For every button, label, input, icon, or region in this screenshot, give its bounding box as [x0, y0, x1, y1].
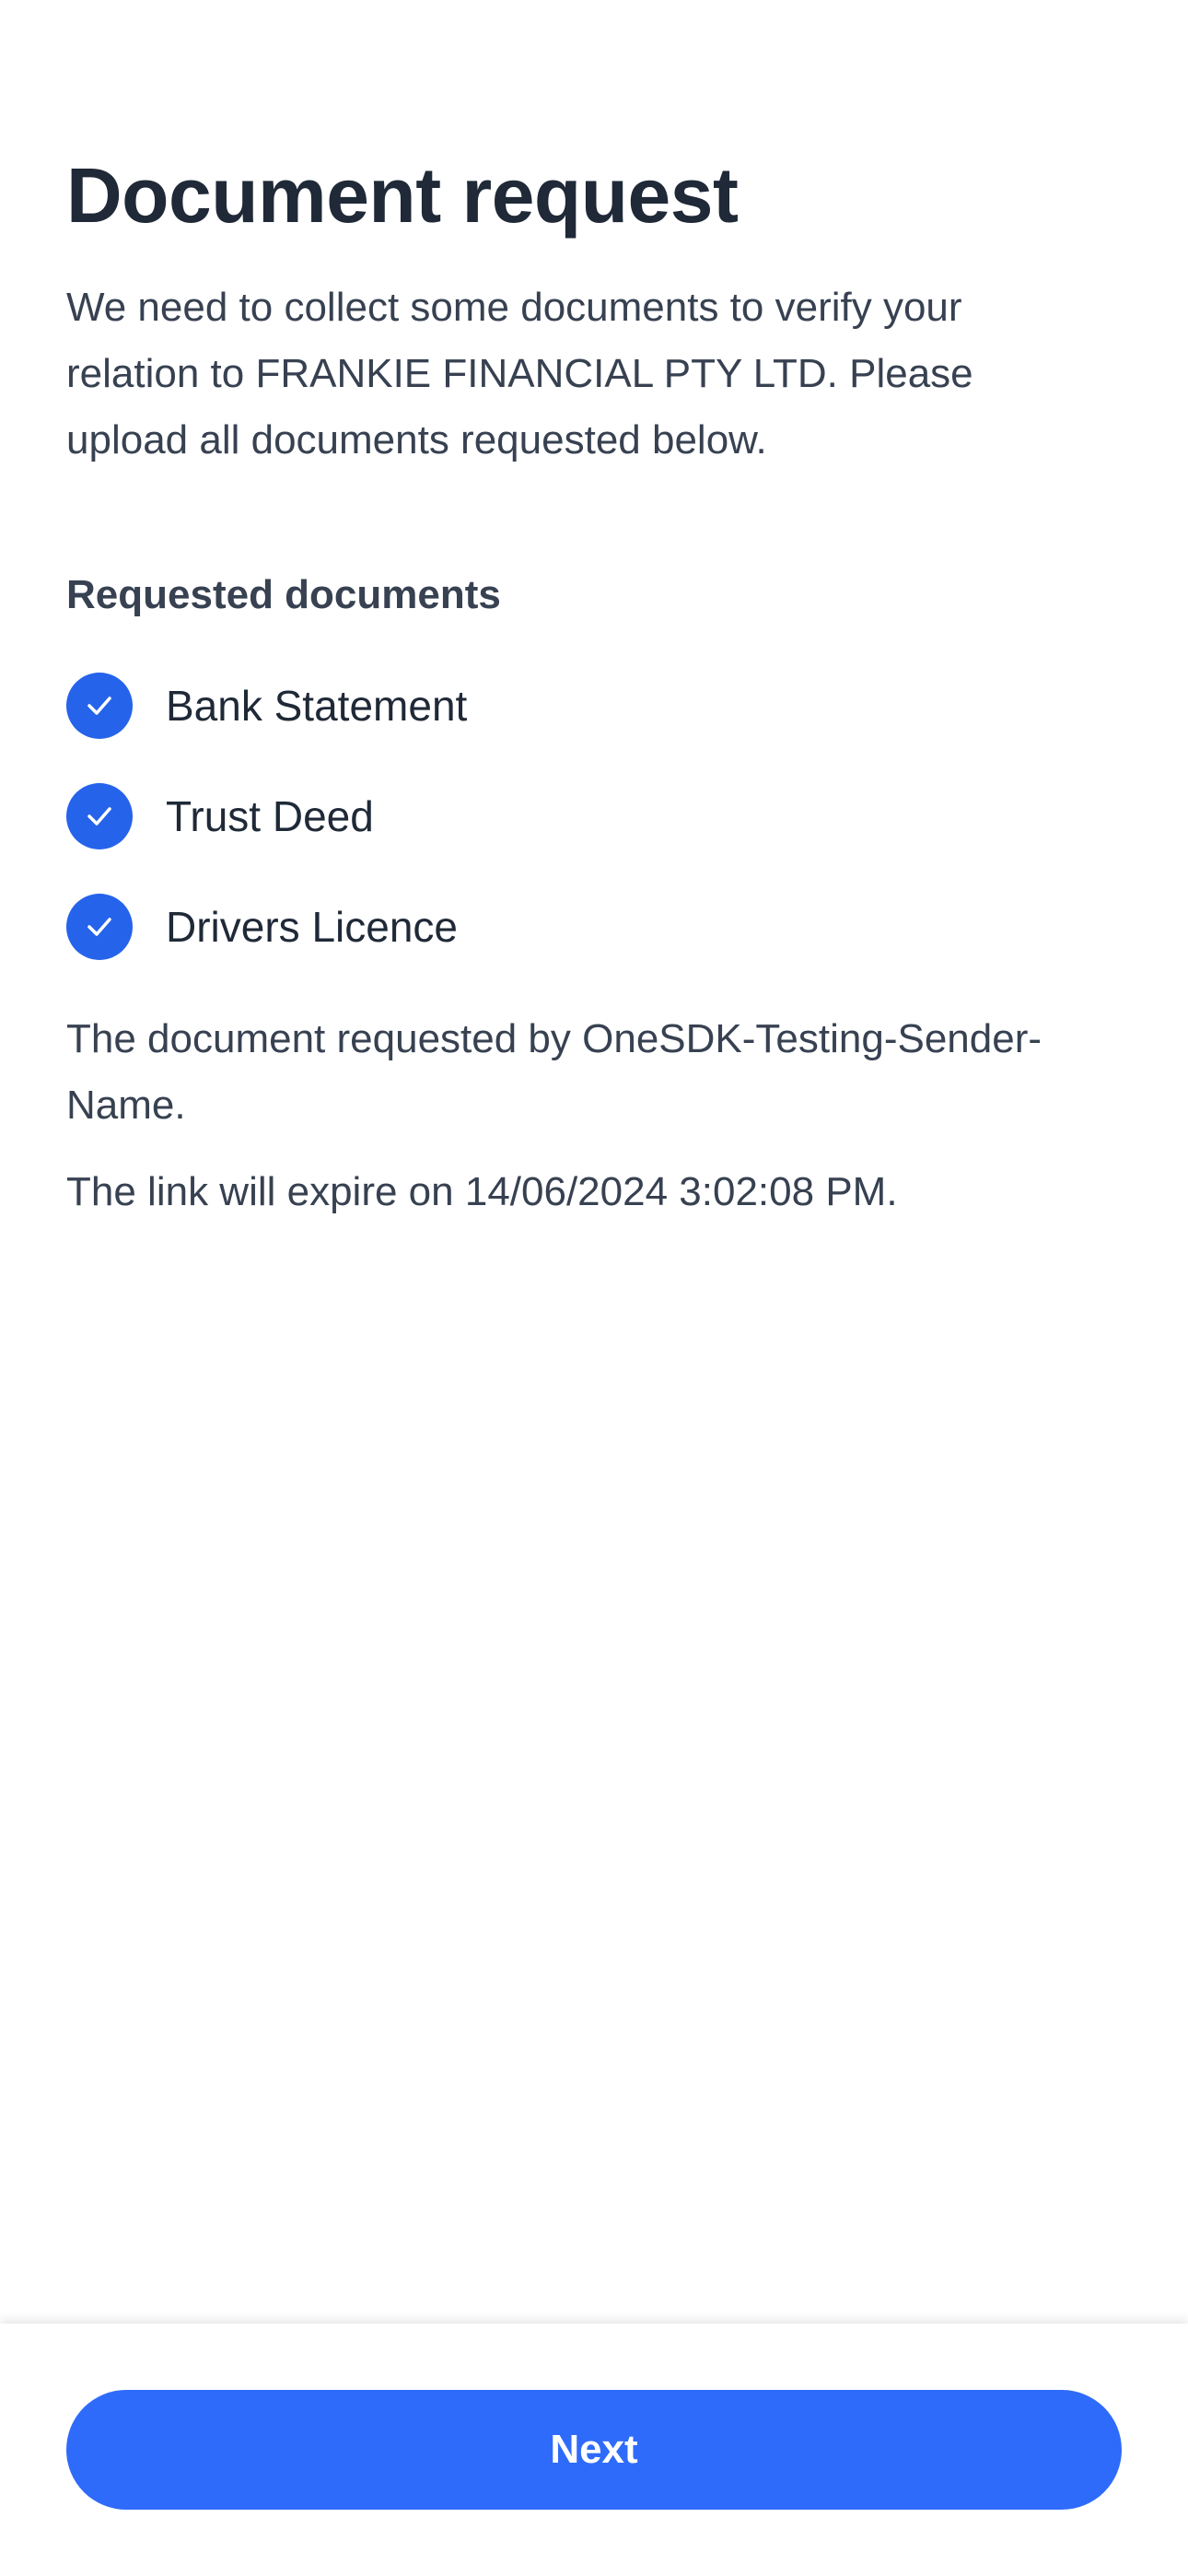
footer-bar: Next: [0, 2324, 1188, 2576]
link-expiry-text: The link will expire on 14/06/2024 3:02:…: [66, 1169, 898, 1214]
check-circle-icon: [66, 894, 133, 960]
document-item-bank-statement: Bank Statement: [66, 673, 467, 739]
check-circle-icon: [66, 673, 133, 739]
requested-documents-heading: Requested documents: [66, 572, 501, 617]
page-title: Document request: [66, 152, 739, 239]
next-button[interactable]: Next: [66, 2390, 1122, 2510]
document-item-drivers-licence: Drivers Licence: [66, 894, 458, 960]
document-label: Drivers Licence: [166, 903, 458, 951]
intro-text: We need to collect some documents to ver…: [66, 285, 973, 463]
document-item-trust-deed: Trust Deed: [66, 783, 374, 849]
check-circle-icon: [66, 783, 133, 849]
document-label: Trust Deed: [166, 792, 374, 840]
document-label: Bank Statement: [166, 682, 468, 730]
requested-by-text: The document requested by OneSDK-Testing…: [66, 1016, 1042, 1128]
